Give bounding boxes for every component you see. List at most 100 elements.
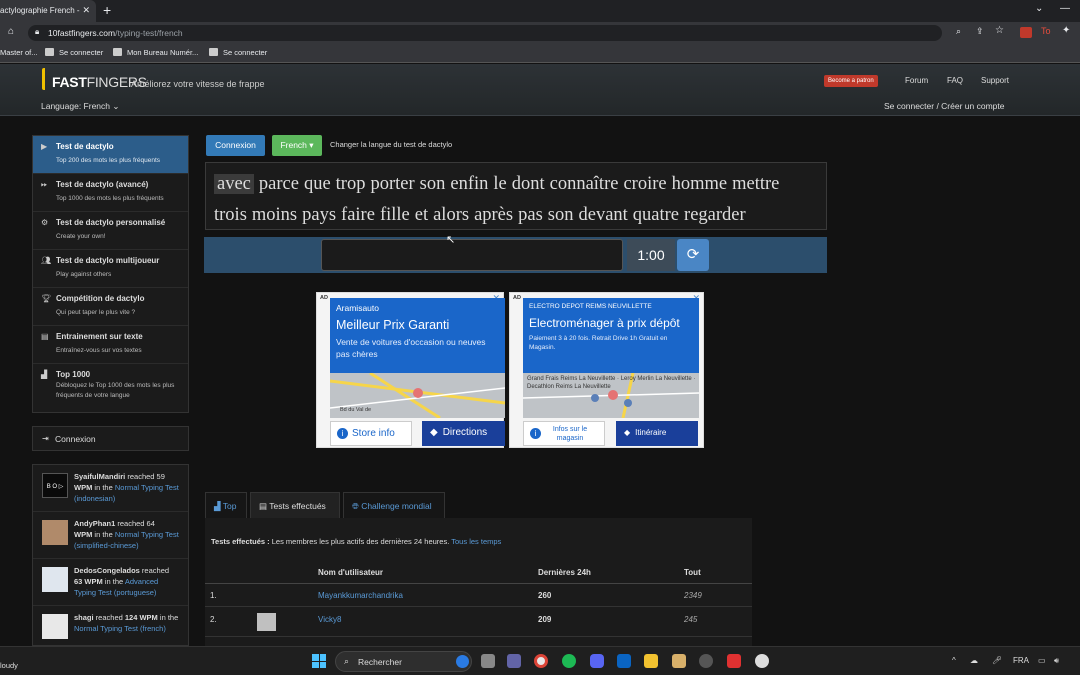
page-icon xyxy=(45,48,54,56)
task-view-icon[interactable] xyxy=(481,654,495,668)
ad-map[interactable]: Bd du Val de xyxy=(329,371,506,420)
directions-button[interactable]: ◆ Directions xyxy=(422,421,505,446)
sidebar-item-text-practice[interactable]: ▤ Entrainement sur texte Entraînez-vous … xyxy=(33,326,188,364)
sidebar-item-sub: Create your own! xyxy=(56,233,106,240)
cloud-icon[interactable]: ☁ xyxy=(970,656,978,665)
spotify-icon[interactable] xyxy=(562,654,576,668)
mail-icon[interactable] xyxy=(617,654,631,668)
puzzle-icon[interactable]: ✦ xyxy=(1062,25,1070,36)
new-tab-icon[interactable]: + xyxy=(103,2,111,18)
tab-list-icon[interactable]: ⌄ xyxy=(1035,3,1043,14)
nav-forum[interactable]: Forum xyxy=(905,76,928,85)
close-tab-icon[interactable]: ✕ xyxy=(82,5,90,16)
header-total[interactable]: Tout xyxy=(684,568,701,577)
users-icon: 👥︎ xyxy=(41,256,52,265)
star-icon[interactable]: ☆ xyxy=(995,25,1004,36)
app-icon[interactable] xyxy=(672,654,686,668)
extension-calendar-icon[interactable] xyxy=(1020,27,1032,38)
app-white-icon[interactable] xyxy=(755,654,769,668)
app-red-icon[interactable] xyxy=(727,654,741,668)
ad-aramisauto[interactable]: AD ✕ Aramisauto Meilleur Prix Garanti Ve… xyxy=(316,292,506,448)
feed-text: in the xyxy=(102,577,125,586)
row-username[interactable]: Vicky8 xyxy=(318,615,341,624)
connexion-top-button[interactable]: Connexion xyxy=(206,135,265,156)
header-24h[interactable]: Dernières 24h xyxy=(538,568,591,577)
word: devant xyxy=(578,205,628,225)
nav-support[interactable]: Support xyxy=(981,76,1009,85)
feed-user[interactable]: shagi xyxy=(74,613,94,622)
tab-top[interactable]: ▟ Top xyxy=(205,492,247,518)
minimize-icon[interactable]: — xyxy=(1060,3,1070,14)
share-icon[interactable]: ⇪ xyxy=(976,26,984,37)
search-label: Rechercher xyxy=(358,657,402,667)
word: que xyxy=(303,174,331,194)
microphone-icon[interactable]: 🎤︎ xyxy=(992,656,1002,665)
feed-user[interactable]: DedosCongelados xyxy=(74,566,140,575)
feed-test-link[interactable]: Normal Typing Test (french) xyxy=(74,624,166,633)
zoom-icon[interactable]: ⌕ xyxy=(956,26,961,37)
feed-user[interactable]: SyaifulMandiri xyxy=(74,472,125,481)
avatar[interactable] xyxy=(257,613,276,631)
file-explorer-icon[interactable] xyxy=(644,654,658,668)
discord-icon[interactable] xyxy=(590,654,604,668)
all-time-link[interactable]: Tous les temps xyxy=(451,537,501,546)
windows-start-icon[interactable] xyxy=(312,654,326,668)
avatar[interactable]: B O ▷ xyxy=(42,473,68,498)
weather-widget[interactable]: loudy xyxy=(0,661,18,670)
reload-button[interactable]: ⟳ xyxy=(677,239,709,271)
sidebar-item-multiplayer[interactable]: 👥︎ Test de dactylo multijoueur Play agai… xyxy=(33,250,188,288)
extension-to-icon[interactable]: To xyxy=(1041,26,1051,36)
directions-button[interactable]: ◆ Itinéraire xyxy=(616,421,698,446)
header-username[interactable]: Nom d'utilisateur xyxy=(318,568,383,577)
word: regarder xyxy=(684,205,746,225)
feed-user[interactable]: AndyPhan1 xyxy=(74,519,115,528)
url-field[interactable]: 🔒︎ 10fastfingers.com/typing-test/french … xyxy=(28,25,1004,41)
typing-input[interactable] xyxy=(321,239,623,271)
tagline: Améliorez votre vitesse de frappe xyxy=(131,79,265,89)
avatar[interactable] xyxy=(42,567,68,592)
tab-tests[interactable]: ▤ Tests effectués xyxy=(250,492,340,518)
language-dropdown-button[interactable]: French ▾ xyxy=(272,135,322,156)
avatar[interactable] xyxy=(42,520,68,545)
tab-challenge[interactable]: 🌐︎ Challenge mondial xyxy=(343,492,445,518)
sidebar-item-title: Test de dactylo (avancé) xyxy=(56,180,149,189)
ad-electro-depot[interactable]: AD ✕ ELECTRO DEPOT REIMS NEUVILLETTE Ele… xyxy=(509,292,704,448)
network-icon[interactable]: ▭ xyxy=(1038,656,1046,665)
connexion-button[interactable]: ⇥ Connexion xyxy=(32,426,189,451)
steam-icon[interactable] xyxy=(699,654,713,668)
bookmark-3[interactable]: Se connecter xyxy=(209,48,267,57)
avatar[interactable] xyxy=(42,614,68,639)
sidebar-item-custom[interactable]: ⚙ Test de dactylo personnalisé Create yo… xyxy=(33,212,188,250)
volume-icon[interactable]: 🔊︎ xyxy=(1054,656,1059,666)
input-language[interactable]: FRA xyxy=(1013,656,1029,665)
sidebar-item-advanced[interactable]: ⏩︎ Test de dactylo (avancé) Top 1000 des… xyxy=(33,174,188,212)
chrome-icon[interactable] xyxy=(534,654,548,668)
row-username[interactable]: Mayankkumarchandrika xyxy=(318,591,403,600)
sidebar-item-typing-test[interactable]: ▶ Test de dactylo Top 200 des mots les p… xyxy=(33,136,188,174)
ad-map[interactable]: Grand Frais Reims La Neuvillette · Leroy… xyxy=(522,372,700,419)
bookmark-0[interactable]: Master of... xyxy=(0,48,38,57)
bookmark-2[interactable]: Mon Bureau Numér... xyxy=(113,48,198,57)
feed-wpm: WPM xyxy=(74,483,93,492)
browser-tab[interactable]: actylographie French - ✕ xyxy=(0,0,96,22)
sidebar-item-competition[interactable]: 🏆︎ Compétition de dactylo Qui peut taper… xyxy=(33,288,188,326)
patron-button[interactable]: Become a patron xyxy=(824,75,878,87)
nav-faq[interactable]: FAQ xyxy=(947,76,963,85)
language-select[interactable]: Language: French ⌄ xyxy=(41,101,120,112)
sidebar-item-top1000[interactable]: ▟ Top 1000 Débloquez le Top 1000 des mot… xyxy=(33,364,188,412)
ad-banner[interactable]: Aramisauto Meilleur Prix Garanti Vente d… xyxy=(330,298,505,373)
ad-headline: Electroménager à prix dépôt xyxy=(529,316,680,330)
login-link[interactable]: Se connecter / Créer un compte xyxy=(884,101,1004,111)
ad-banner[interactable]: ELECTRO DEPOT REIMS NEUVILLETTE Electrom… xyxy=(523,298,699,373)
store-info-button[interactable]: i Infos sur le magasin xyxy=(523,421,605,446)
home-icon[interactable]: ⌂ xyxy=(8,26,14,37)
bookmark-1[interactable]: Se connecter xyxy=(45,48,103,57)
feed-text: reached xyxy=(93,613,125,622)
bookmark-label: Se connecter xyxy=(59,48,104,57)
search-icon: ⌕ xyxy=(344,656,350,666)
taskbar-search[interactable]: ⌕ Rechercher xyxy=(335,651,472,672)
store-info-button[interactable]: i Store info xyxy=(330,421,412,446)
file-icon: ▤ xyxy=(41,332,49,341)
tray-overflow-icon[interactable]: ^ xyxy=(952,656,956,665)
teams-icon[interactable] xyxy=(507,654,521,668)
